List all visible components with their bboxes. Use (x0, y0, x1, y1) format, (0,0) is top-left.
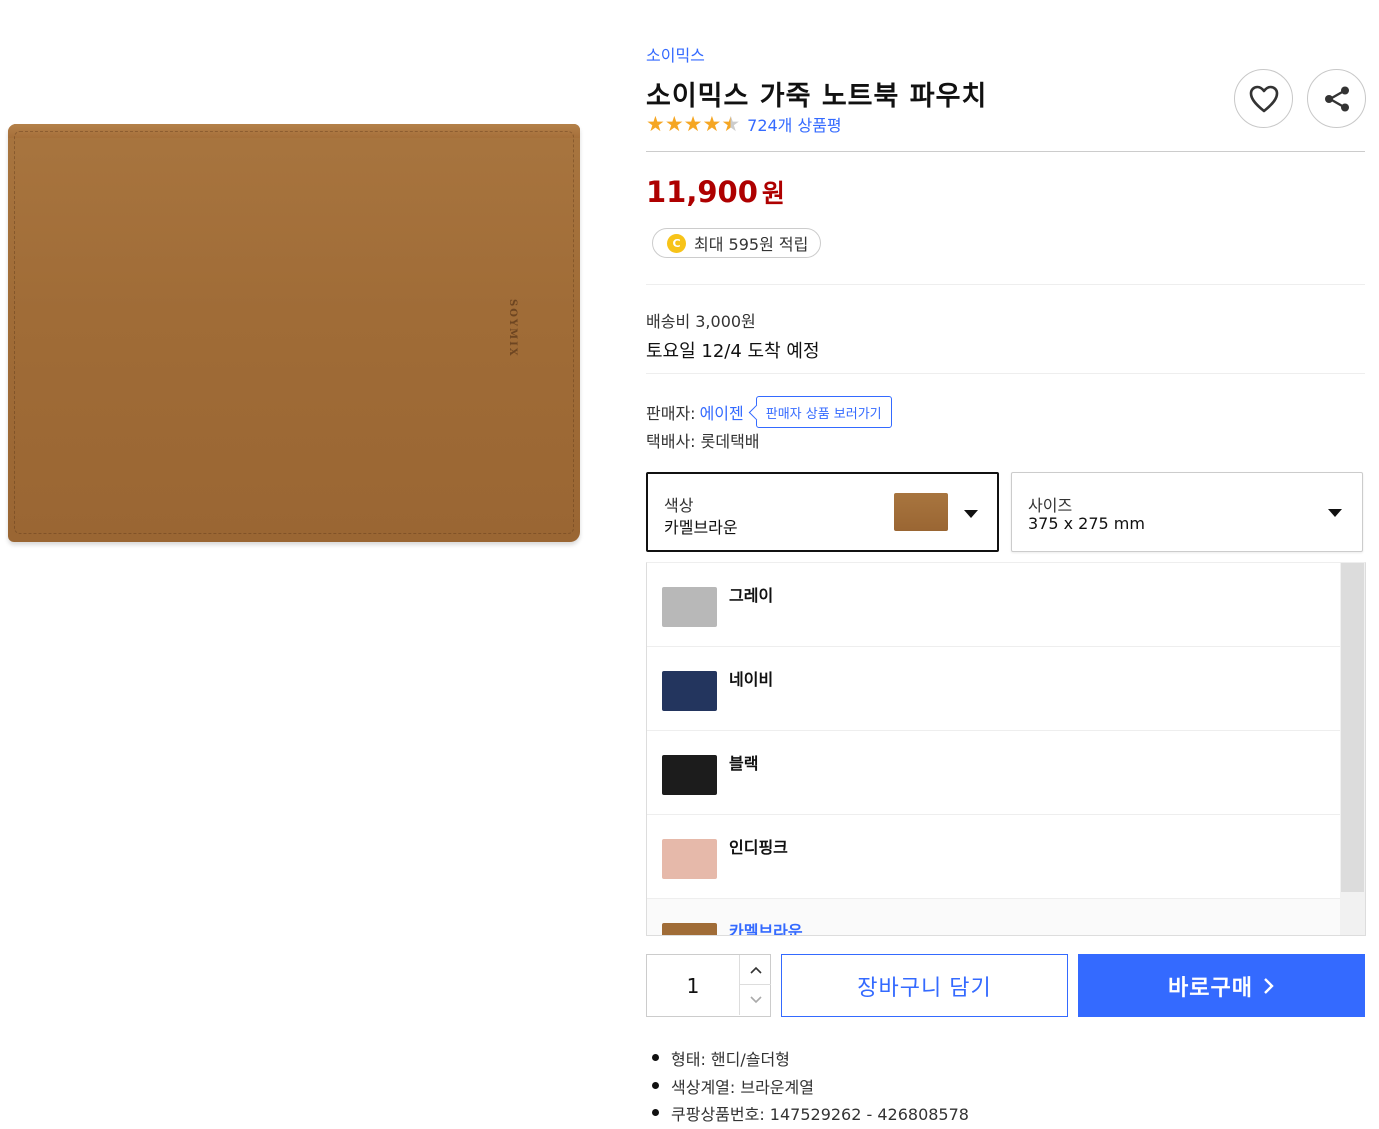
cashback-badge: C 최대 595원 적립 (652, 228, 822, 258)
brand-emboss: SOYMIX (507, 299, 518, 358)
seller-row: 판매자: 에이젠 판매자 상품 보러가기 (646, 396, 892, 428)
quantity-input[interactable]: 1 (647, 955, 739, 1016)
star-icon: ★ (683, 112, 703, 136)
color-option[interactable]: 네이비 (647, 647, 1341, 731)
spec-list: 형태: 핸디/숄더형 색상계열: 브라운계열 쿠팡상품번호: 147529262… (650, 1046, 969, 1129)
color-option-label: 블랙 (729, 754, 759, 773)
color-select[interactable]: 색상 카멜브라운 (646, 472, 999, 552)
color-option[interactable]: 블랙 (647, 731, 1341, 815)
cashback-text: 최대 595원 적립 (694, 235, 809, 254)
color-option-label: 그레이 (729, 586, 774, 605)
price-amount: 11,900 (646, 175, 758, 209)
quantity-decrease-button[interactable] (739, 985, 771, 1015)
color-option-label: 인디핑크 (729, 838, 788, 857)
spec-item: 쿠팡상품번호: 147529262 - 426808578 (650, 1101, 969, 1129)
chevron-right-icon (1264, 977, 1274, 994)
color-swatch (662, 755, 717, 795)
color-swatch (662, 587, 717, 627)
price-currency: 원 (761, 179, 785, 208)
buy-now-label: 바로구매 (1168, 974, 1253, 1000)
courier-info: 택배사: 롯데택배 (646, 432, 760, 451)
review-count-link[interactable]: 724개 상품평 (747, 112, 842, 136)
divider (646, 284, 1365, 285)
seller-label: 판매자: (646, 404, 696, 423)
size-select-value: 375 x 275 mm (1028, 514, 1145, 533)
color-option-selected[interactable]: 카멜브라운 (647, 899, 1341, 936)
color-select-label: 색상 (664, 496, 694, 515)
caret-down-icon (1328, 509, 1342, 517)
color-swatch (894, 493, 948, 531)
size-select-label: 사이즈 (1028, 496, 1073, 515)
product-title: 소이믹스 가죽 노트북 파우치 (646, 81, 988, 112)
chevron-up-icon (749, 966, 762, 974)
laptop-pouch-photo: SOYMIX (8, 124, 580, 542)
quantity-stepper[interactable]: 1 (646, 954, 771, 1017)
color-option[interactable]: 인디핑크 (647, 815, 1341, 899)
chevron-down-icon (749, 996, 762, 1004)
divider (646, 373, 1365, 374)
color-option-label: 네이비 (729, 670, 774, 689)
shipping-fee: 배송비 3,000원 (646, 312, 756, 331)
rating-row: ★ ★ ★ ★ ★ 724개 상품평 (646, 112, 842, 136)
seller-name-link[interactable]: 에이젠 (700, 400, 744, 424)
share-icon (1324, 86, 1349, 111)
color-option[interactable]: 그레이 (647, 563, 1341, 647)
spec-item: 형태: 핸디/숄더형 (650, 1046, 969, 1074)
divider (646, 151, 1365, 152)
product-image: SOYMIX (8, 124, 580, 542)
caret-down-icon (964, 510, 978, 518)
wishlist-button[interactable] (1234, 69, 1293, 128)
brand-link[interactable]: 소이믹스 (646, 42, 705, 66)
coin-icon: C (667, 233, 686, 253)
spec-item: 색상계열: 브라운계열 (650, 1074, 969, 1102)
star-icon: ★ (646, 112, 665, 136)
sale-price: 11,900 원 (646, 174, 785, 210)
scrollbar[interactable] (1340, 563, 1365, 935)
size-select[interactable]: 사이즈 375 x 275 mm (1011, 472, 1363, 552)
star-rating: ★ ★ ★ ★ ★ (646, 113, 740, 135)
color-option-list[interactable]: 그레이 네이비 블랙 인디핑크 카멜브라운 (646, 562, 1366, 936)
half-star-icon: ★ (721, 112, 741, 136)
star-icon: ★ (702, 112, 722, 136)
arrival-date: 토요일 12/4 도착 예정 (646, 341, 820, 362)
seller-products-button[interactable]: 판매자 상품 보러가기 (755, 396, 892, 428)
heart-icon (1249, 85, 1278, 112)
add-to-cart-button[interactable]: 장바구니 담기 (781, 954, 1068, 1017)
share-button[interactable] (1307, 69, 1366, 128)
quantity-increase-button[interactable] (739, 955, 771, 985)
color-swatch (662, 923, 717, 935)
color-option-label: 카멜브라운 (729, 922, 803, 936)
buy-now-button[interactable]: 바로구매 (1078, 954, 1365, 1017)
color-select-value: 카멜브라운 (664, 518, 738, 537)
scrollbar-thumb[interactable] (1341, 563, 1364, 892)
color-swatch (662, 671, 717, 711)
color-swatch (662, 839, 717, 879)
star-icon: ★ (664, 112, 684, 136)
